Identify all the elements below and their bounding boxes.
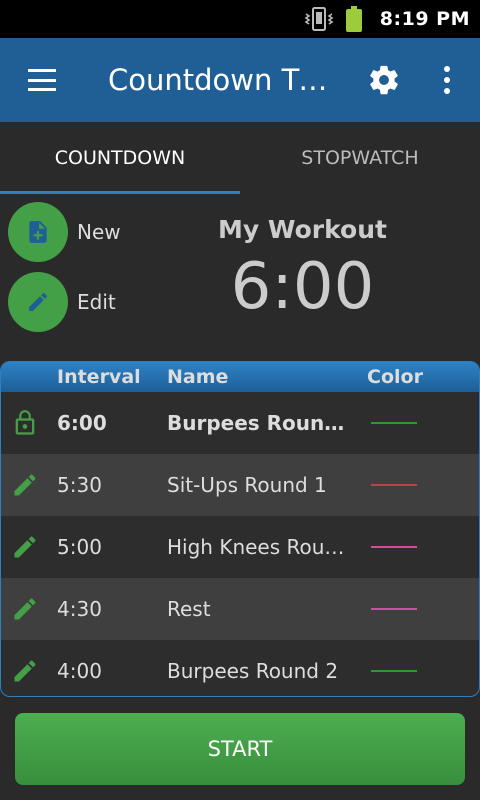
row-interval: 5:30 [57,473,102,497]
status-bar: 8:19 PM [0,0,480,38]
pencil-icon[interactable] [11,595,39,623]
color-swatch [371,670,417,672]
new-file-icon [29,221,47,243]
new-label[interactable]: New [77,220,121,244]
table-row[interactable]: 5:30 Sit-Ups Round 1 [1,454,479,516]
color-swatch [371,484,417,486]
row-name: Burpees Round 2 [167,659,339,683]
row-interval: 4:30 [57,597,102,621]
color-swatch [371,422,417,424]
table-row[interactable]: 5:00 High Knees Roun... [1,516,479,578]
row-name: Sit-Ups Round 1 [167,473,327,497]
pencil-icon [29,292,48,311]
app-title: Countdown Ti... [108,63,328,97]
row-interval: 5:00 [57,535,102,559]
edit-label[interactable]: Edit [77,290,116,314]
new-button[interactable] [8,202,68,262]
row-name: Rest [167,597,211,621]
tab-bar: COUNTDOWN STOPWATCH [0,122,480,194]
workout-total-time: 6:00 [230,250,375,324]
edit-button[interactable] [8,272,68,332]
tab-countdown[interactable]: COUNTDOWN [0,122,240,194]
menu-icon[interactable] [28,69,56,91]
row-interval: 4:00 [57,659,102,683]
row-name: High Knees Roun... [167,535,345,559]
workout-name: My Workout [218,215,387,244]
gear-icon[interactable] [367,63,401,97]
header-name: Name [167,366,229,388]
tab-stopwatch[interactable]: STOPWATCH [240,122,480,194]
color-swatch [371,546,417,548]
pencil-icon[interactable] [11,533,39,561]
row-interval: 6:00 [57,411,107,435]
pencil-icon[interactable] [11,657,39,685]
table-row[interactable]: 4:30 Rest [1,578,479,640]
app-bar: Countdown Ti... [0,38,480,122]
start-button[interactable]: START [15,713,465,785]
lock-icon[interactable] [11,409,39,437]
overflow-menu-icon[interactable] [438,66,456,94]
battery-icon [345,6,362,32]
table-row[interactable]: 4:00 Burpees Round 2 [1,640,479,696]
table-row[interactable]: 6:00 Burpees Round 1 [1,392,479,454]
intervals-table: Interval Name Color 6:00 Burpees Round 1… [0,361,480,697]
status-time: 8:19 PM [379,8,470,30]
pencil-icon[interactable] [11,471,39,499]
header-interval: Interval [57,366,141,388]
row-name: Burpees Round 1 [167,411,345,435]
header-color: Color [367,366,423,388]
vibrate-icon [304,7,334,31]
table-header: Interval Name Color [1,362,479,392]
color-swatch [371,608,417,610]
